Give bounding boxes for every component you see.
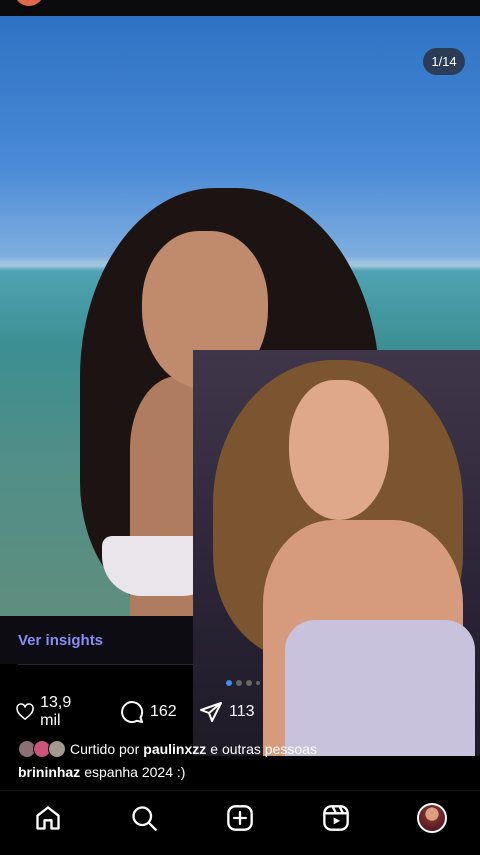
person-top <box>285 620 475 756</box>
carousel-dot <box>236 680 242 686</box>
home-icon <box>36 806 60 830</box>
liked-by-suffix: e outras pessoas <box>210 741 317 757</box>
tab-profile[interactable] <box>417 803 447 833</box>
caption-username[interactable]: brininhaz <box>18 764 80 780</box>
carousel-dot <box>246 680 252 686</box>
liked-by-row[interactable]: Curtido por paulinxzz e outras pessoas <box>18 740 317 758</box>
likes-count: 13,9 mil <box>40 694 72 729</box>
profile-avatar <box>417 803 447 833</box>
tab-home[interactable] <box>33 803 63 833</box>
divider <box>18 664 193 665</box>
heart-icon <box>16 703 34 720</box>
post-caption: brininhaz espanha 2024 :) <box>18 764 185 780</box>
caption-text: espanha 2024 :) <box>84 764 186 780</box>
shares-count: 113 <box>229 703 255 720</box>
tab-search[interactable] <box>129 803 159 833</box>
comments-count: 162 <box>150 703 177 720</box>
carousel-dot <box>256 681 260 685</box>
photo-counter: 1/14 <box>423 48 465 75</box>
carousel-dot-active <box>226 680 232 686</box>
liked-by-user[interactable]: paulinxzz <box>143 741 206 757</box>
story-avatar[interactable] <box>14 0 44 6</box>
tab-reels[interactable] <box>321 803 351 833</box>
overlay-photo <box>193 350 480 756</box>
carousel-dots <box>226 680 260 686</box>
avatar <box>48 740 66 758</box>
comment-button[interactable]: 162 <box>120 699 177 725</box>
bottom-tab-bar <box>0 790 480 855</box>
like-button[interactable]: 13,9 mil <box>16 694 79 729</box>
tab-create[interactable] <box>225 803 255 833</box>
comment-icon <box>121 701 144 724</box>
person-face <box>289 380 389 520</box>
share-button[interactable]: 113 <box>199 699 255 725</box>
search-icon <box>132 806 157 831</box>
view-insights-link[interactable]: Ver insights <box>18 632 103 649</box>
liker-avatars <box>18 740 70 758</box>
status-strip <box>0 0 480 16</box>
send-icon <box>200 702 222 722</box>
reels-icon <box>323 805 349 831</box>
create-icon <box>227 805 253 831</box>
liked-by-prefix: Curtido por <box>70 741 140 757</box>
